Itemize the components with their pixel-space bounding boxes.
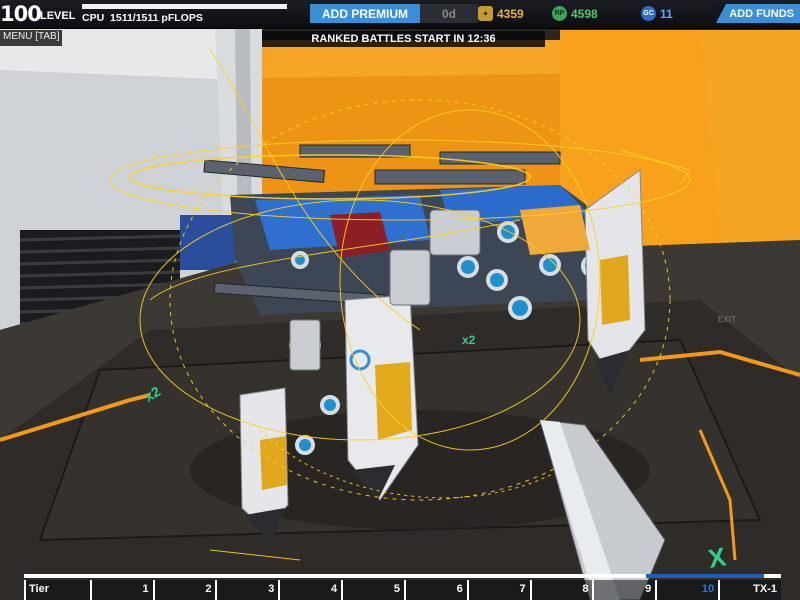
tier-7: 7 <box>466 580 530 600</box>
cpu-bar-fill <box>82 4 287 9</box>
tier-tx-1: TX-1 <box>718 580 781 600</box>
rp-balance: RP 4598 <box>552 4 598 23</box>
gc-amount: 11 <box>660 6 673 21</box>
cpu-value: 1511/1511 pFLOPS <box>110 12 203 24</box>
add-funds-button[interactable]: ADD FUNDS <box>716 4 800 23</box>
robits-balance: ✦ 4359 <box>478 4 524 23</box>
top-hud: 100 LEVEL CPU 1511/1511 pFLOPS ADD PREMI… <box>0 0 800 29</box>
add-premium-button[interactable]: ADD PREMIUM <box>310 4 420 23</box>
garage-scene: EXIT x2 x2 X <box>0 28 800 600</box>
ranked-battles-banner: RANKED BATTLES START IN 12:36 <box>262 31 545 47</box>
player-level-number: 100 <box>0 2 42 26</box>
rp-icon: RP <box>552 6 567 21</box>
cpu-readout: CPU 1511/1511 pFLOPS <box>82 12 203 24</box>
tier-label: Tier <box>24 580 90 600</box>
tier-2: 2 <box>152 580 216 600</box>
cpu-label: CPU <box>82 12 105 24</box>
menu-tab-hint[interactable]: MENU [TAB] <box>0 30 63 46</box>
tier-progress-line <box>24 574 781 578</box>
robits-amount: 4359 <box>497 6 524 21</box>
tier-1: 1 <box>89 580 153 600</box>
tier-4: 4 <box>278 580 342 600</box>
exit-sign: EXIT <box>718 315 736 324</box>
gc-balance: GC 11 <box>641 4 673 23</box>
tier-9: 9 <box>592 580 656 600</box>
premium-days-remaining: 0d <box>420 4 478 23</box>
player-level-label: LEVEL <box>40 10 76 22</box>
tier-current-highlight <box>646 574 764 578</box>
floor-marker-x2-right: x2 <box>462 333 476 347</box>
tier-bar: Tier 1 2 3 4 5 6 7 8 9 10 TX-1 <box>24 570 781 600</box>
gc-icon: GC <box>641 6 656 21</box>
tier-3: 3 <box>215 580 279 600</box>
tier-6: 6 <box>403 580 467 600</box>
robits-icon: ✦ <box>478 6 493 21</box>
rp-amount: 4598 <box>571 6 598 21</box>
tier-5: 5 <box>341 580 404 600</box>
cpu-bar <box>82 4 287 9</box>
tier-10: 10 <box>655 580 719 600</box>
tier-8: 8 <box>529 580 593 600</box>
